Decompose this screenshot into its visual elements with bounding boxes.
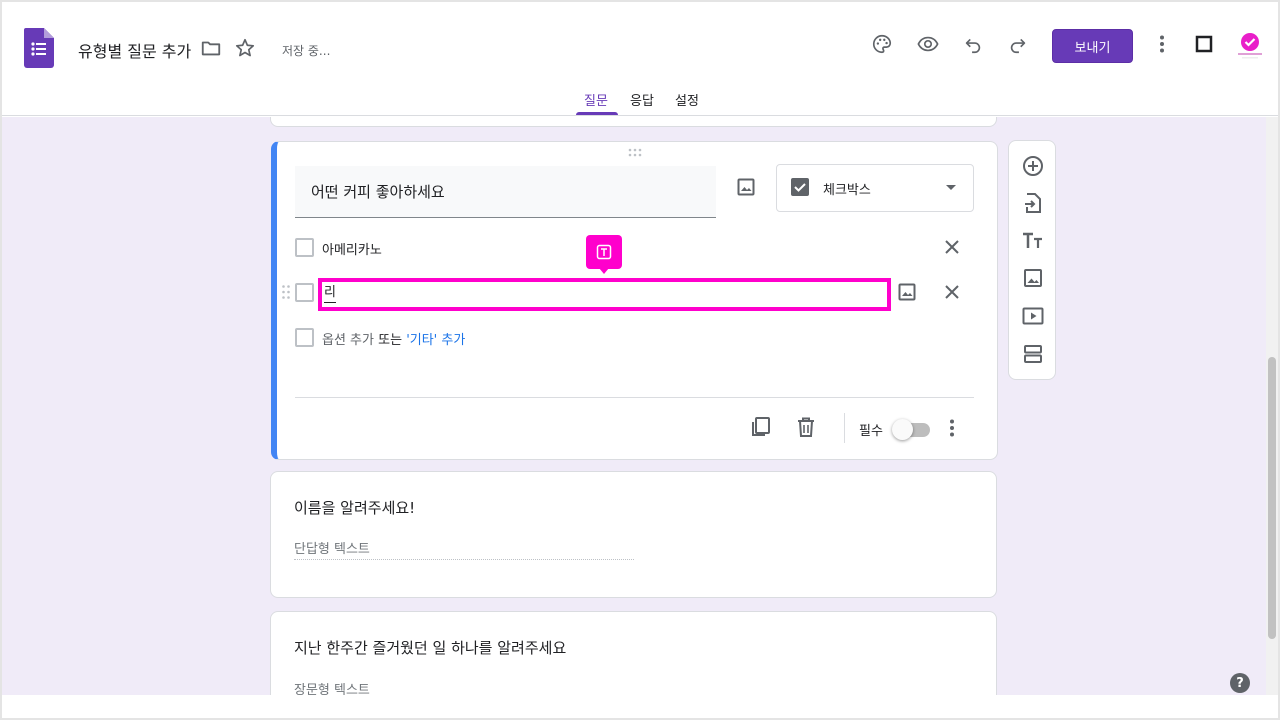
- redo-icon[interactable]: [1002, 28, 1034, 60]
- question-title: 어떤 커피 좋아하세요: [311, 183, 445, 201]
- add-question-icon[interactable]: [1020, 153, 1046, 179]
- option-edit-input[interactable]: 리: [318, 278, 891, 311]
- active-question-card[interactable]: 어떤 커피 좋아하세요 체크박스 아메리카노 리 옵션 추가 또는 '기타' 추…: [271, 141, 998, 460]
- required-label: 필수: [859, 424, 883, 439]
- scrollbar[interactable]: [1266, 117, 1278, 695]
- palette-icon[interactable]: [866, 28, 898, 60]
- saving-status: 저장 중...: [282, 44, 331, 58]
- paragraph-placeholder: 장문형 텍스트: [294, 683, 370, 695]
- more-options-icon[interactable]: [949, 419, 955, 437]
- option-checkbox: [295, 238, 314, 257]
- add-other-link[interactable]: '기타' 추가: [406, 333, 465, 348]
- active-tab-indicator: [576, 112, 618, 115]
- undo-icon[interactable]: [957, 28, 989, 60]
- delete-icon[interactable]: [796, 416, 816, 438]
- forms-logo-icon[interactable]: [24, 28, 54, 68]
- short-answer-placeholder: 단답형 텍스트: [294, 542, 370, 557]
- option-label[interactable]: 아메리카노: [322, 239, 382, 258]
- preview-eye-icon[interactable]: [912, 28, 944, 60]
- form-editor-area: 어떤 커피 좋아하세요 체크박스 아메리카노 리 옵션 추가 또는 '기타' 추…: [2, 117, 1266, 695]
- folder-icon[interactable]: [195, 32, 227, 64]
- option-input-value: 리: [324, 285, 336, 303]
- question-type-label: 체크박스: [823, 183, 871, 198]
- help-button[interactable]: ?: [1230, 673, 1250, 693]
- dropdown-arrow-icon: [946, 185, 956, 190]
- remove-option-icon[interactable]: [940, 235, 964, 259]
- add-option-row: 옵션 추가 또는 '기타' 추가: [322, 329, 465, 348]
- add-video-icon[interactable]: [1020, 303, 1046, 329]
- duplicate-icon[interactable]: [750, 416, 772, 438]
- tab-responses[interactable]: 응답: [630, 90, 654, 109]
- text-input-badge: [586, 235, 622, 269]
- remove-option-icon[interactable]: [940, 280, 964, 304]
- or-text: 또는: [378, 333, 403, 348]
- answer-line: [294, 559, 634, 560]
- option-checkbox: [295, 328, 314, 347]
- previous-card[interactable]: [270, 117, 997, 127]
- required-toggle-knob[interactable]: [892, 419, 913, 440]
- tab-questions[interactable]: 질문: [584, 90, 608, 109]
- avatar[interactable]: [1234, 30, 1266, 62]
- question-title-field[interactable]: 어떤 커피 좋아하세요: [295, 166, 716, 218]
- badge-pointer: [599, 268, 609, 274]
- footer-divider: [844, 413, 845, 443]
- question-title: 이름을 알려주세요!: [294, 499, 416, 517]
- drag-handle-icon[interactable]: [627, 148, 643, 158]
- add-option-link[interactable]: 옵션 추가: [322, 333, 374, 348]
- question-type-select[interactable]: 체크박스: [776, 164, 974, 212]
- form-title[interactable]: 유형별 질문 추가: [78, 38, 191, 62]
- scrollbar-thumb[interactable]: [1268, 357, 1276, 639]
- question-card[interactable]: 지난 한주간 즐거웠던 일 하나를 알려주세요 장문형 텍스트: [270, 611, 997, 695]
- option-image-icon[interactable]: [898, 283, 916, 301]
- add-title-icon[interactable]: [1020, 227, 1046, 253]
- add-image-icon[interactable]: [737, 178, 755, 196]
- form-tabs: 질문 응답 설정: [2, 88, 1278, 116]
- star-icon[interactable]: [229, 32, 261, 64]
- more-vert-icon[interactable]: [1146, 28, 1178, 60]
- option-drag-handle-icon[interactable]: [281, 284, 291, 300]
- tab-settings[interactable]: 설정: [675, 90, 699, 109]
- question-card[interactable]: 이름을 알려주세요! 단답형 텍스트: [270, 471, 997, 598]
- add-image-icon[interactable]: [1020, 265, 1046, 291]
- send-button[interactable]: 보내기: [1052, 29, 1133, 63]
- app-header: 유형별 질문 추가 저장 중... 보내기 질문 응답 설정: [2, 2, 1278, 116]
- side-toolbar: [1008, 140, 1056, 380]
- square-icon[interactable]: [1188, 28, 1220, 60]
- import-questions-icon[interactable]: [1020, 190, 1046, 216]
- checkbox-type-icon: [791, 178, 809, 196]
- question-title: 지난 한주간 즐거웠던 일 하나를 알려주세요: [294, 639, 567, 657]
- option-checkbox: [295, 283, 314, 302]
- text-cursor-icon: [596, 244, 612, 260]
- card-divider: [295, 397, 974, 398]
- add-section-icon[interactable]: [1020, 341, 1046, 367]
